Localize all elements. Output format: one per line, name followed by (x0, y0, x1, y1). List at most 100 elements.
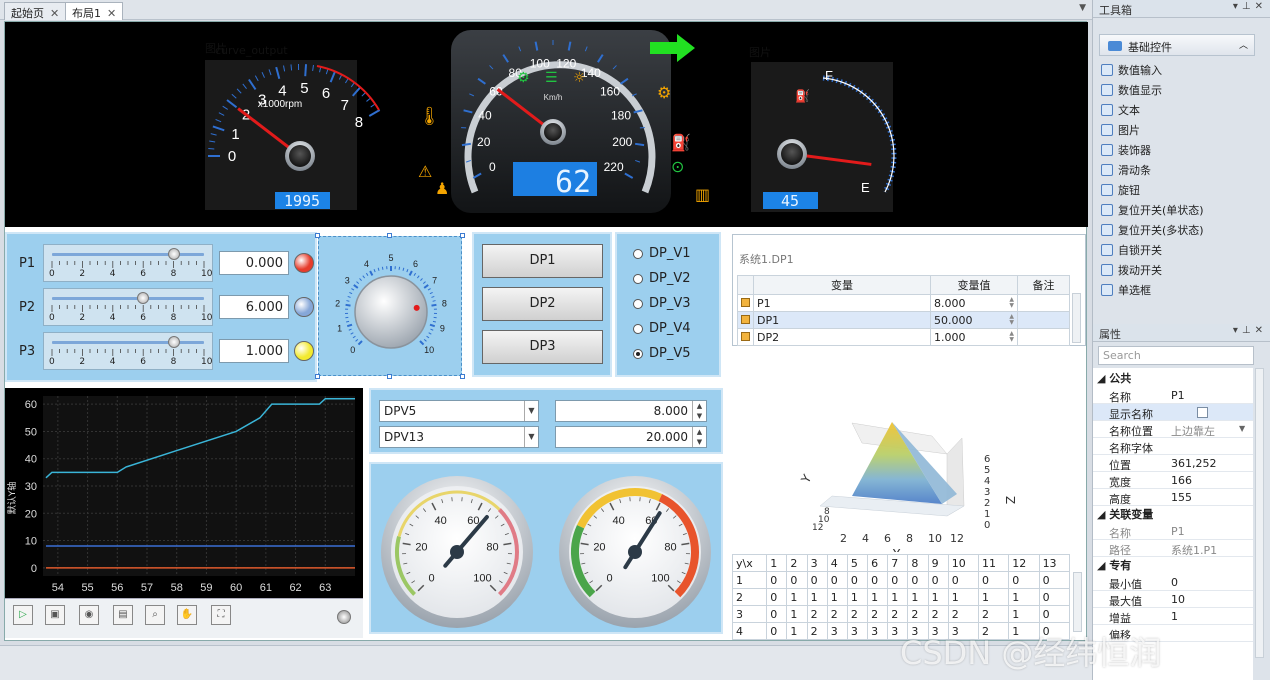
scrollbar[interactable] (1255, 368, 1264, 658)
radio-dp-v2[interactable]: DP_V2 (633, 271, 691, 286)
properties-search-input[interactable]: Search (1098, 346, 1254, 365)
radio-dp-v5[interactable]: DP_V5 (633, 346, 691, 361)
toolbox-group-header[interactable]: 基础控件 ︿ (1099, 34, 1255, 56)
toolbox-item[interactable]: 复位开关(单状态) (1101, 202, 1204, 218)
slider-track[interactable] (44, 245, 212, 281)
pin-close-icons[interactable]: ▾⊥✕ (1233, 325, 1267, 336)
slider-p2[interactable]: 0 2 4 6 8 10 (43, 288, 213, 326)
variable-note[interactable] (1017, 311, 1070, 329)
line-chart[interactable]: 54 55 56 57 58 59 60 61 62 63 0 10 20 30 40 50 60 默认Y轴 (5, 388, 363, 598)
grid-cell[interactable]: 1 (927, 588, 949, 606)
variable-value[interactable]: 50.000 ▲ ▼ (930, 311, 1018, 329)
variable-value[interactable]: 8.000 ▲ ▼ (930, 294, 1018, 312)
grid-cell[interactable]: 2 (846, 605, 869, 623)
table-row[interactable]: P1 8.000 ▲ ▼ (737, 294, 1070, 312)
property-value[interactable]: 0 (1171, 576, 1178, 589)
property-row[interactable]: 高度 155 (1093, 489, 1253, 506)
tab-start-page[interactable]: 起始页 ✕ (4, 2, 67, 20)
grid-cell[interactable]: 1 (786, 605, 808, 623)
zoom-icon[interactable]: ⌕ (145, 605, 165, 625)
radio-indicator[interactable] (633, 248, 643, 259)
grid-cell[interactable]: 0 (867, 571, 889, 589)
dashboard-panel[interactable]: 012345678 x1000rpm 1995 🌡 ⚠ ♟ 0204060801… (5, 22, 1088, 227)
property-value[interactable]: 155 (1171, 491, 1192, 504)
chevron-up-icon[interactable]: ︿ (1239, 38, 1248, 51)
chart-icon[interactable]: ▤ (113, 605, 133, 625)
property-row[interactable]: 宽度 166 (1093, 472, 1253, 489)
grid-cell[interactable]: 2 (887, 605, 909, 623)
grid-cell[interactable]: 1 (786, 622, 808, 640)
grid-cell[interactable]: 1 (867, 588, 889, 606)
close-icon[interactable]: ✕ (50, 7, 59, 20)
tab-overflow-icon[interactable]: ▼ (1079, 3, 1086, 13)
property-section[interactable]: ◢ 公共 (1097, 370, 1131, 386)
property-row[interactable]: 显示名称 (1093, 404, 1253, 421)
grid-cell[interactable]: 0 (766, 605, 788, 623)
slider-value-field[interactable]: 6.000 (219, 295, 289, 319)
property-row[interactable]: 路径 系统1.P1 (1093, 540, 1253, 557)
property-section[interactable]: ◢ 关联变量 (1097, 506, 1153, 522)
toolbox-item[interactable]: 自锁开关 (1101, 242, 1162, 258)
slider-thumb[interactable] (167, 248, 180, 260)
slider-p1[interactable]: 0 2 4 6 8 10 (43, 244, 213, 282)
toolbox-item[interactable]: 数值输入 (1101, 62, 1162, 78)
resize-handle[interactable] (315, 233, 320, 238)
checkbox[interactable] (1197, 407, 1208, 418)
grid-cell[interactable]: 0 (806, 571, 828, 589)
toolbox-item[interactable]: 复位开关(多状态) (1101, 222, 1204, 238)
grid-cell[interactable]: 0 (846, 571, 869, 589)
table-row[interactable]: DP2 1.000 ▲ ▼ (737, 328, 1070, 346)
property-value[interactable]: P1 (1171, 525, 1185, 538)
grid-cell[interactable]: 0 (826, 571, 848, 589)
grid-cell[interactable]: 0 (766, 622, 788, 640)
scrollbar[interactable] (1073, 572, 1082, 632)
property-row[interactable]: 名称位置 上边靠左 ▼ (1093, 421, 1253, 438)
pan-icon[interactable]: ✋ (177, 605, 197, 625)
scrollbar[interactable] (1072, 293, 1081, 343)
spinner-icon[interactable]: ▲ ▼ (1009, 296, 1014, 309)
slider-value-field[interactable]: 1.000 (219, 339, 289, 363)
pin-close-icons[interactable]: ▾⊥✕ (1233, 1, 1267, 12)
toolbox-item[interactable]: 旋钮 (1101, 182, 1140, 198)
grid-cell[interactable]: 1 (1008, 588, 1040, 606)
resize-handle[interactable] (315, 374, 320, 379)
grid-cell[interactable]: 0 (766, 588, 788, 606)
knob-graphic[interactable]: 0 1 2 3 4 5 6 7 8 9 10 (319, 237, 463, 377)
grid-cell[interactable]: 1 (947, 588, 980, 606)
property-value[interactable]: 上边靠左 (1171, 423, 1215, 439)
toolbox-item[interactable]: 数值显示 (1101, 82, 1162, 98)
property-value[interactable]: 361,252 (1171, 457, 1217, 470)
variable-value[interactable]: 1.000 ▲ ▼ (930, 328, 1018, 346)
grid-cell[interactable]: 1 (846, 588, 869, 606)
toolbox-item[interactable]: 滑动条 (1101, 162, 1151, 178)
resize-handle[interactable] (460, 233, 465, 238)
close-icon[interactable]: ✕ (107, 7, 116, 20)
grid-cell[interactable]: 1 (978, 588, 1010, 606)
toolbox-item[interactable]: 装饰器 (1101, 142, 1151, 158)
grid-cell[interactable]: 0 (1038, 571, 1071, 589)
slider-value-field[interactable]: 0.000 (219, 251, 289, 275)
grid-cell[interactable]: 0 (907, 571, 929, 589)
dp1-button[interactable]: DP1 (482, 244, 603, 278)
toolbox-item[interactable]: 单选框 (1101, 282, 1151, 298)
play-icon[interactable]: ▷ (13, 605, 33, 625)
property-value[interactable]: 系统1.P1 (1171, 542, 1217, 558)
grid-cell[interactable]: 2 (907, 605, 929, 623)
radio-dp-v3[interactable]: DP_V3 (633, 296, 691, 311)
grid-cell[interactable]: 3 (846, 622, 869, 640)
grid-cell[interactable]: 2 (927, 605, 949, 623)
radio-indicator[interactable] (633, 298, 643, 309)
grid-cell[interactable]: 2 (826, 605, 848, 623)
grid-cell[interactable]: 0 (1008, 571, 1040, 589)
variable-select-2[interactable]: DPV13 ▼ (379, 426, 539, 448)
grid-cell[interactable]: 3 (732, 605, 768, 623)
grid-cell[interactable]: 0 (887, 571, 909, 589)
grid-cell[interactable]: 1 (732, 571, 768, 589)
table-row[interactable]: DP1 50.000 ▲ ▼ (737, 311, 1070, 329)
toolbox-item[interactable]: 图片 (1101, 122, 1140, 138)
property-value[interactable]: 10 (1171, 593, 1185, 606)
grid-cell[interactable]: 0 (1038, 588, 1071, 606)
chevron-down-icon[interactable]: ▼ (524, 401, 538, 421)
grid-cell[interactable]: 1 (1008, 605, 1040, 623)
property-row[interactable]: 最小值 0 (1093, 574, 1253, 591)
